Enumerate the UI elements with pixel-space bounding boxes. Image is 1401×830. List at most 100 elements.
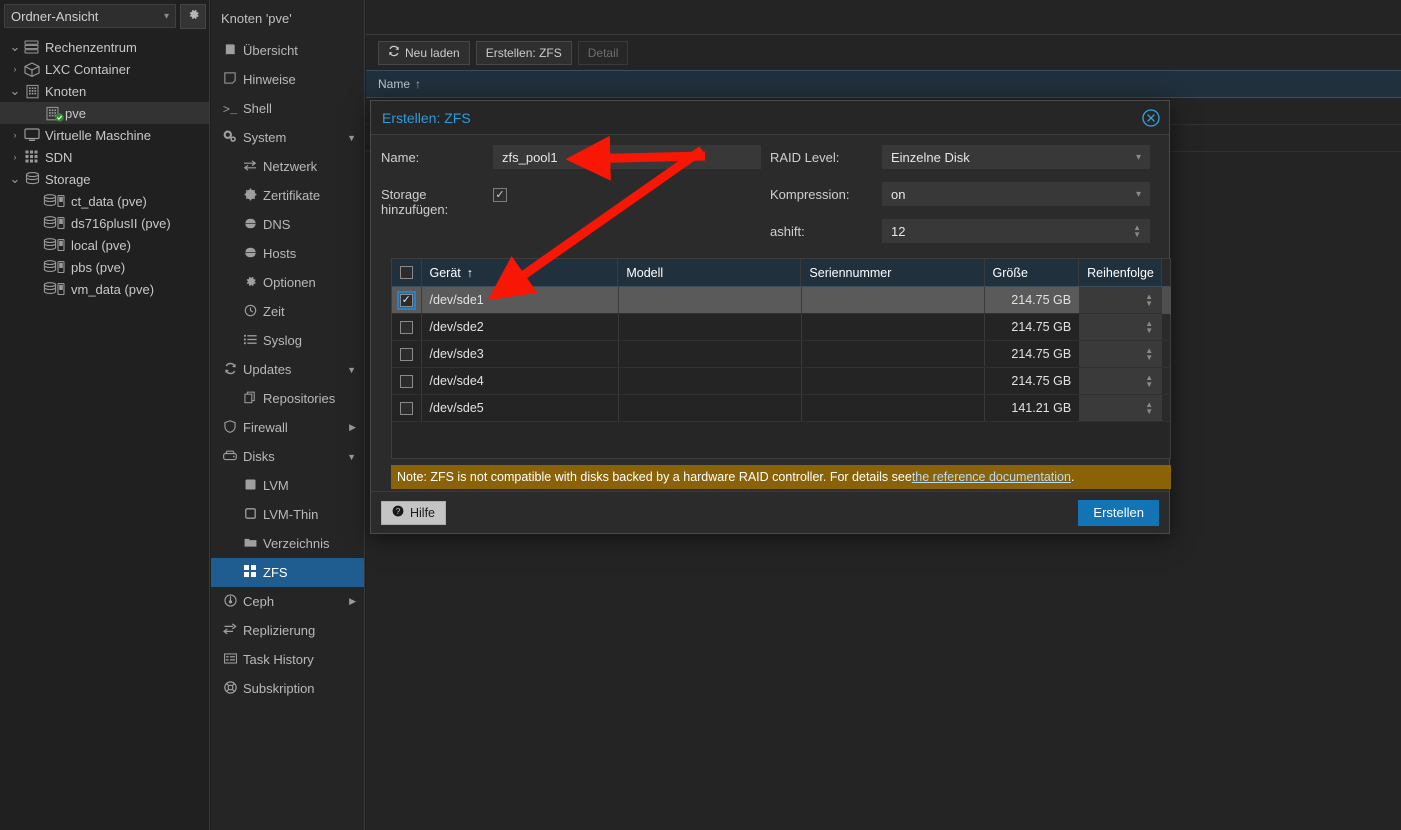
table-scrollbar[interactable] — [1161, 259, 1170, 286]
nav-item-lvm-thin[interactable]: LVM-Thin — [211, 500, 364, 529]
select-all-checkbox[interactable] — [399, 266, 413, 279]
tree-item-rechenzentrum[interactable]: ⌄ Rechenzentrum — [0, 36, 209, 58]
tree-item-ct-data-pve[interactable]: ct_data (pve) — [0, 190, 209, 212]
add-storage-checkbox[interactable]: ✓ — [493, 188, 507, 202]
disk-row-checkbox-cell[interactable] — [392, 314, 422, 340]
disk-row-checkbox[interactable] — [399, 320, 413, 334]
tree-item-pbs-pve[interactable]: pbs (pve) — [0, 256, 209, 278]
tree-item-sdn[interactable]: › SDN — [0, 146, 209, 168]
raid-level-select[interactable]: Einzelne Disk ▾ — [882, 145, 1150, 169]
tree-item-pve[interactable]: pve — [0, 102, 209, 124]
tree-item-ds716plusii-pve[interactable]: ds716plusII (pve) — [0, 212, 209, 234]
table-scrollbar[interactable] — [1161, 287, 1172, 315]
nav-item-dns[interactable]: DNS — [211, 210, 364, 239]
tree-item-vm-data-pve[interactable]: vm_data (pve) — [0, 278, 209, 300]
disk-order-cell[interactable]: ▲ ▼ — [1080, 368, 1162, 394]
reference-documentation-link[interactable]: the reference documentation — [912, 470, 1071, 484]
nav-item-optionen[interactable]: Optionen — [211, 268, 364, 297]
column-header-serial[interactable]: Seriennummer — [801, 259, 985, 286]
tree-item-lxc-container[interactable]: › LXC Container — [0, 58, 209, 80]
toolbar-button-neu-laden[interactable]: Neu laden — [378, 40, 470, 65]
spinner-icon[interactable]: ▲ ▼ — [1145, 319, 1153, 334]
tree-item-virtuelle-maschine[interactable]: › Virtuelle Maschine — [0, 124, 209, 146]
chevron-right-icon[interactable]: ▶ — [349, 422, 356, 433]
nav-item-zeit[interactable]: Zeit — [211, 297, 364, 326]
view-mode-select[interactable]: Ordner-Ansicht ▾ — [4, 4, 176, 28]
tree-twisty-open-icon[interactable]: ⌄ — [8, 39, 22, 55]
table-scrollbar[interactable] — [1161, 395, 1171, 421]
disk-row[interactable]: /dev/sde5 141.21 GB ▲ ▼ — [392, 395, 1171, 422]
select-all-checkbox-cell[interactable] — [392, 259, 422, 286]
disk-order-cell[interactable]: ▲ ▼ — [1080, 395, 1162, 421]
tree-item-knoten[interactable]: ⌄ Knoten — [0, 80, 209, 102]
toolbar-button-erstellen-zfs[interactable]: Erstellen: ZFS — [475, 40, 572, 65]
nav-item-firewall[interactable]: Firewall ▶ — [211, 413, 364, 442]
disk-order-cell[interactable]: ▲ ▼ — [1080, 287, 1162, 313]
spinner-icon[interactable]: ▲ ▼ — [1145, 373, 1153, 388]
name-input[interactable]: zfs_pool1 — [493, 145, 761, 169]
disk-row[interactable]: /dev/sde3 214.75 GB ▲ ▼ — [392, 341, 1171, 368]
tree-twisty-open-icon[interactable]: ⌄ — [8, 83, 22, 99]
table-scrollbar[interactable] — [1161, 314, 1171, 340]
disk-row-checkbox[interactable] — [399, 401, 413, 415]
disk-row[interactable]: /dev/sde2 214.75 GB ▲ ▼ — [392, 314, 1171, 341]
nav-item-verzeichnis[interactable]: Verzeichnis — [211, 529, 364, 558]
close-icon[interactable] — [1141, 108, 1161, 128]
ashift-input[interactable]: 12 ▲ ▼ — [882, 219, 1150, 243]
tree-item-local-pve[interactable]: local (pve) — [0, 234, 209, 256]
disk-row-checkbox[interactable] — [399, 374, 413, 388]
tree-twisty-closed-icon[interactable]: › — [8, 130, 22, 140]
disk-row-checkbox[interactable] — [399, 347, 413, 361]
tree-twisty-closed-icon[interactable]: › — [8, 64, 22, 74]
spinner-icon[interactable]: ▲ ▼ — [1145, 292, 1153, 307]
create-button[interactable]: Erstellen — [1078, 499, 1159, 526]
spinner-icon[interactable]: ▲ ▼ — [1145, 346, 1153, 361]
scrollbar-thumb[interactable] — [1162, 287, 1172, 315]
spinner-icon[interactable]: ▲ ▼ — [1145, 400, 1153, 415]
chevron-down-icon[interactable]: ▼ — [347, 365, 356, 375]
chevron-down-icon[interactable]: ▼ — [347, 133, 356, 143]
spinner-icon[interactable]: ▲ ▼ — [1133, 223, 1141, 238]
disk-row-checkbox-cell[interactable]: ✓ — [392, 287, 422, 313]
table-scrollbar[interactable] — [1161, 368, 1171, 394]
nav-item-syslog[interactable]: Syslog — [211, 326, 364, 355]
nav-item-bersicht[interactable]: Übersicht — [211, 36, 364, 65]
nav-item-hinweise[interactable]: Hinweise — [211, 65, 364, 94]
nav-item-zfs[interactable]: ZFS — [211, 558, 364, 587]
nav-item-updates[interactable]: Updates ▼ — [211, 355, 364, 384]
nav-item-replizierung[interactable]: Replizierung — [211, 616, 364, 645]
table-scrollbar[interactable] — [1161, 341, 1171, 367]
disk-order-cell[interactable]: ▲ ▼ — [1080, 314, 1162, 340]
tree-settings-button[interactable] — [180, 3, 206, 29]
disk-row-checkbox[interactable]: ✓ — [396, 290, 416, 310]
column-header-order[interactable]: Reihenfolge — [1079, 259, 1161, 286]
nav-item-zertifikate[interactable]: Zertifikate — [211, 181, 364, 210]
column-header-model[interactable]: Modell — [618, 259, 802, 286]
nav-item-hosts[interactable]: Hosts — [211, 239, 364, 268]
tree-twisty-closed-icon[interactable]: › — [8, 152, 22, 162]
help-button[interactable]: ? Hilfe — [381, 500, 447, 525]
disk-row-checkbox-cell[interactable] — [392, 368, 422, 394]
disk-row-checkbox-cell[interactable] — [392, 395, 422, 421]
nav-item-lvm[interactable]: LVM — [211, 471, 364, 500]
tree-item-storage[interactable]: ⌄ Storage — [0, 168, 209, 190]
disk-row[interactable]: ✓ /dev/sde1 214.75 GB ▲ ▼ — [392, 287, 1172, 315]
disk-order-cell[interactable]: ▲ ▼ — [1080, 341, 1162, 367]
compression-select[interactable]: on ▾ — [882, 182, 1150, 206]
chevron-down-icon[interactable]: ▼ — [347, 452, 356, 462]
tree-twisty-open-icon[interactable]: ⌄ — [8, 171, 22, 187]
nav-item-disks[interactable]: Disks ▼ — [211, 442, 364, 471]
nav-item-netzwerk[interactable]: Netzwerk — [211, 152, 364, 181]
nav-item-repositories[interactable]: Repositories — [211, 384, 364, 413]
disk-row[interactable]: /dev/sde4 214.75 GB ▲ ▼ — [392, 368, 1171, 395]
nav-item-ceph[interactable]: Ceph ▶ — [211, 587, 364, 616]
chevron-right-icon[interactable]: ▶ — [349, 596, 356, 607]
nav-item-system[interactable]: System ▼ — [211, 123, 364, 152]
nav-item-task-history[interactable]: Task History — [211, 645, 364, 674]
nav-item-shell[interactable]: >_ Shell — [211, 94, 364, 123]
column-header-device[interactable]: Gerät ↑ — [422, 259, 619, 286]
column-header-size[interactable]: Größe — [985, 259, 1080, 286]
disk-row-checkbox-cell[interactable] — [392, 341, 422, 367]
grid-column-name[interactable]: Name — [378, 77, 410, 91]
nav-item-subskription[interactable]: Subskription — [211, 674, 364, 703]
